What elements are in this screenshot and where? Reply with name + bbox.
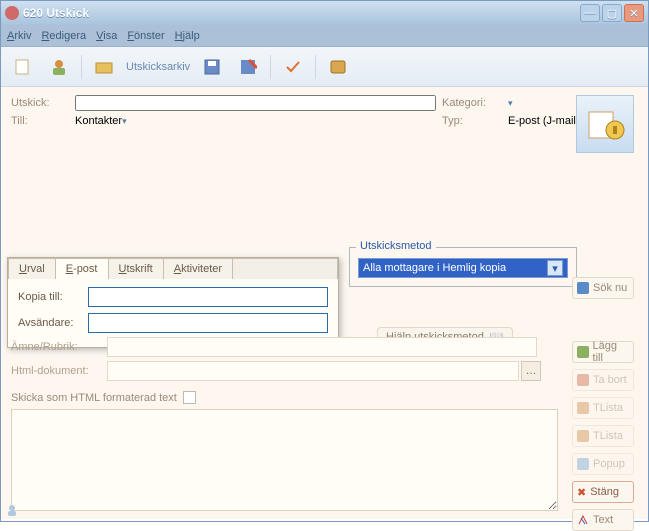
kopia-input[interactable]: [88, 287, 328, 307]
toolbar-save-icon[interactable]: [198, 53, 226, 81]
text-button[interactable]: Text: [572, 509, 634, 531]
menu-redigera[interactable]: Redigera: [41, 30, 86, 42]
till-combo[interactable]: Kontakter▾: [75, 115, 235, 127]
utskicksmetod-combo[interactable]: Alla mottagare i Hemlig kopia ▾: [358, 258, 568, 278]
toolbar-user-icon[interactable]: [45, 53, 73, 81]
toolbar-separator: [315, 55, 316, 79]
till-label: Till:: [11, 115, 69, 127]
body-textarea[interactable]: [11, 409, 558, 511]
toolbar-archive-label[interactable]: Utskicksarkiv: [126, 61, 190, 73]
add-icon: [577, 346, 589, 358]
tab-utskrift[interactable]: Utskrift: [109, 259, 164, 279]
stang-button[interactable]: ✖ Stäng: [572, 481, 634, 503]
ta-bort-button: Ta bort: [572, 369, 634, 391]
htmldoc-label: Html-dokument:: [11, 365, 107, 377]
amne-label: Ämne/Rubrik:: [11, 341, 107, 353]
toolbar-new-icon[interactable]: [9, 53, 37, 81]
list-icon: [577, 430, 589, 442]
typ-value: E-post (J-mail): [508, 115, 580, 127]
menu-hjalp[interactable]: Hjälp: [175, 30, 200, 42]
window-title: 620 Utskick: [23, 6, 580, 20]
popup-button: Popup: [572, 453, 634, 475]
tlista-button: TLista: [572, 397, 634, 419]
close-window-button[interactable]: ✕: [624, 4, 644, 22]
tab-aktiviteter[interactable]: Aktiviteter: [164, 259, 233, 279]
chevron-down-icon: ▾: [547, 260, 563, 276]
popup-icon: [577, 458, 589, 470]
menu-visa[interactable]: Visa: [96, 30, 117, 42]
utskicksmetod-value: Alla mottagare i Hemlig kopia: [363, 262, 506, 274]
utskick-input[interactable]: [75, 95, 436, 111]
menu-arkiv[interactable]: Arkiv: [7, 30, 31, 42]
lagg-till-button[interactable]: Lägg till: [572, 341, 634, 363]
remove-icon: [577, 374, 589, 386]
utskicksmetod-fieldset: Utskicksmetod Alla mottagare i Hemlig ko…: [349, 247, 577, 287]
kopia-label: Kopia till:: [18, 291, 88, 303]
tab-epost[interactable]: E-post: [56, 259, 109, 279]
htmldoc-input[interactable]: [107, 361, 519, 381]
status-user-icon: [5, 503, 19, 517]
till-value: Kontakter: [75, 115, 122, 127]
toolbar-delete-icon[interactable]: [234, 53, 262, 81]
chevron-down-icon: ▾: [508, 98, 513, 108]
module-illustration-icon: [576, 95, 634, 153]
utskicksmetod-legend: Utskicksmetod: [356, 240, 436, 252]
app-icon: [5, 6, 19, 20]
sok-nu-button[interactable]: Sök nu: [572, 277, 634, 299]
utskick-label: Utskick:: [11, 97, 69, 109]
toolbar-book-icon[interactable]: [324, 53, 352, 81]
sendas-label: Skicka som HTML formaterad text: [11, 392, 177, 404]
menu-fonster[interactable]: Fönster: [127, 30, 164, 42]
search-icon: [577, 282, 589, 294]
chevron-down-icon: ▾: [122, 116, 127, 126]
close-icon: ✖: [577, 486, 586, 499]
sendas-checkbox[interactable]: [183, 391, 196, 404]
htmldoc-browse-button[interactable]: …: [521, 361, 541, 381]
toolbar-separator: [81, 55, 82, 79]
toolbar-archive-icon[interactable]: [90, 53, 118, 81]
toolbar-check-icon[interactable]: [279, 53, 307, 81]
avsandare-label: Avsändare:: [18, 317, 88, 329]
tlista2-button: TLista: [572, 425, 634, 447]
minimize-button[interactable]: —: [580, 4, 600, 22]
list-icon: [577, 402, 589, 414]
kategori-label: Kategori:: [442, 97, 502, 109]
tab-urval[interactable]: Urval: [9, 259, 56, 279]
amne-input[interactable]: [107, 337, 537, 357]
maximize-button[interactable]: ▢: [602, 4, 622, 22]
typ-label: Typ:: [442, 115, 502, 127]
avsandare-input[interactable]: [88, 313, 328, 333]
text-icon: [577, 514, 589, 526]
epost-popup-panel: Urval E-post Utskrift Aktiviteter Kopia …: [7, 257, 339, 348]
toolbar-separator: [270, 55, 271, 79]
